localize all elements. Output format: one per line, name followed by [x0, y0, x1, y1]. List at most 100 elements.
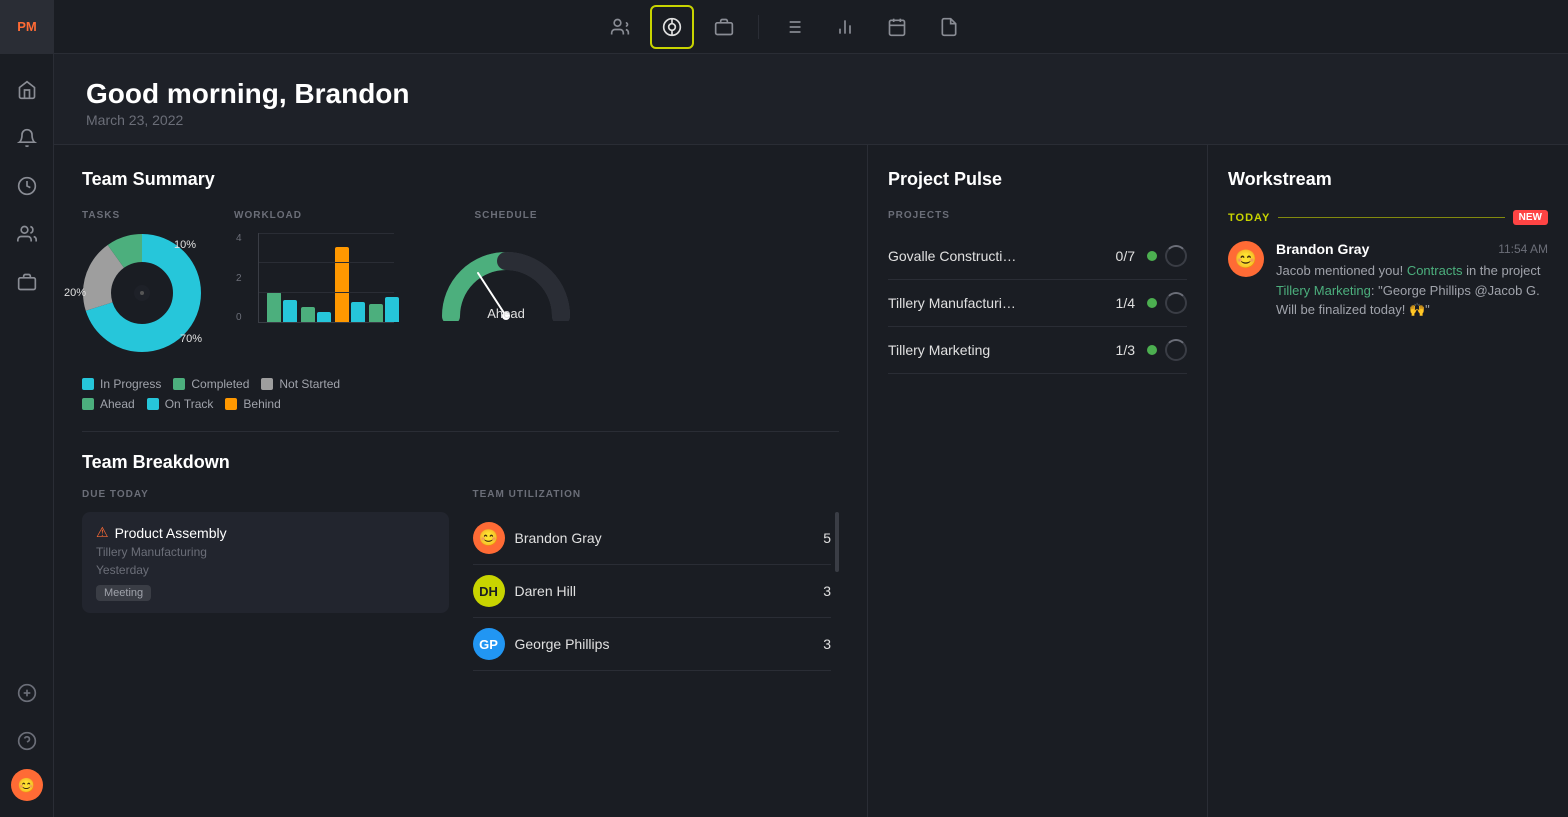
nav-chart-btn[interactable] [823, 5, 867, 49]
legend-dot-behind [225, 398, 237, 410]
sidebar-people[interactable] [7, 214, 47, 254]
sidebar-clock[interactable] [7, 166, 47, 206]
pie-label-10: 10% [174, 239, 196, 251]
project-ratio-1: 1/4 [1116, 295, 1135, 311]
project-row-1[interactable]: Tillery Manufacturi… 1/4 [888, 280, 1187, 327]
project-status-dot-2 [1147, 345, 1157, 355]
util-left-2: GP George Phillips [473, 628, 610, 660]
nav-list-btn[interactable] [771, 5, 815, 49]
legend-ahead: Ahead [82, 397, 135, 411]
project-name-2: Tillery Marketing [888, 342, 1104, 358]
workload-label: WORKLOAD [234, 210, 394, 221]
project-spinner-2 [1165, 339, 1187, 361]
app-logo[interactable]: PM [0, 0, 54, 54]
util-left-1: DH Daren Hill [473, 575, 576, 607]
page-title: Good morning, Brandon [86, 78, 1536, 110]
nav-calendar-btn[interactable] [875, 5, 919, 49]
due-item-date: Yesterday [96, 563, 435, 577]
util-initials-2: GP [479, 637, 498, 652]
bar-group-4 [369, 297, 399, 322]
warning-icon: ⚠ [96, 524, 109, 541]
sidebar-briefcase[interactable] [7, 262, 47, 302]
content-area: Good morning, Brandon March 23, 2022 Tea… [54, 54, 1568, 817]
ws-link-contracts[interactable]: Contracts [1407, 263, 1463, 278]
bar-ontrack-1 [283, 300, 297, 322]
ws-name-0: Brandon Gray [1276, 241, 1369, 257]
nav-portfolio-btn[interactable] [702, 5, 746, 49]
util-list-wrapper: 😊 Brandon Gray 5 DH [473, 512, 840, 671]
due-item-name: Product Assembly [115, 525, 227, 541]
sidebar-add[interactable] [7, 673, 47, 713]
due-today-col: DUE TODAY ⚠ Product Assembly Tillery Man… [82, 489, 449, 671]
utilization-col: TEAM UTILIZATION 😊 Brandon Gray 5 [473, 489, 840, 671]
ws-top-0: Brandon Gray 11:54 AM [1276, 241, 1548, 257]
nav-team-btn[interactable] [598, 5, 642, 49]
util-left-0: 😊 Brandon Gray [473, 522, 602, 554]
pie-chart-container: 10% 20% 70% [82, 233, 202, 353]
due-item-tag: Meeting [96, 585, 151, 601]
legend-label-ontrack: On Track [165, 397, 214, 411]
ws-link-tillery[interactable]: Tillery Marketing [1276, 283, 1371, 298]
legend-label-notstarted: Not Started [279, 377, 340, 391]
divider [82, 431, 839, 432]
utilization-label: TEAM UTILIZATION [473, 489, 840, 500]
main-layout: 😊 Good morning, Brandon March 23, 2022 T… [0, 54, 1568, 817]
util-name-1: Daren Hill [515, 583, 576, 599]
workload-block: WORKLOAD 4 2 0 [234, 210, 394, 353]
top-nav: PM [0, 0, 1568, 54]
due-item-title: ⚠ Product Assembly [96, 524, 435, 541]
util-item-0[interactable]: 😊 Brandon Gray 5 [473, 512, 832, 565]
due-item-0[interactable]: ⚠ Product Assembly Tillery Manufacturing… [82, 512, 449, 613]
legend-label-inprogress: In Progress [100, 377, 161, 391]
project-row-2[interactable]: Tillery Marketing 1/3 [888, 327, 1187, 374]
ws-text-0: Jacob mentioned you! Contracts in the pr… [1276, 261, 1548, 320]
due-today-label: DUE TODAY [82, 489, 449, 500]
scrollbar-indicator[interactable] [835, 512, 839, 572]
ws-time-0: 11:54 AM [1498, 242, 1548, 256]
right-panel: Workstream TODAY NEW 😊 Brandon Gray 11:5… [1208, 145, 1568, 817]
ws-avatar-0[interactable]: 😊 [1228, 241, 1264, 277]
legend-completed: Completed [173, 377, 249, 391]
project-name-1: Tillery Manufacturi… [888, 295, 1104, 311]
project-row-0[interactable]: Govalle Constructi… 0/7 [888, 233, 1187, 280]
projects-label: PROJECTS [888, 210, 1187, 221]
workstream-title: Workstream [1228, 169, 1548, 190]
bar-ontrack-3 [351, 302, 365, 322]
project-spinner-0 [1165, 245, 1187, 267]
bar-ahead-1 [267, 292, 281, 322]
three-col-layout: Team Summary TASKS [54, 145, 1568, 817]
nav-divider [758, 15, 759, 39]
project-ratio-2: 1/3 [1116, 342, 1135, 358]
bar-y-labels: 4 2 0 [236, 233, 242, 323]
legend-not-started: Not Started [261, 377, 340, 391]
legend-dot-ontrack [147, 398, 159, 410]
util-count-2: 3 [823, 636, 831, 652]
util-item-1[interactable]: DH Daren Hill 3 [473, 565, 832, 618]
bar-group-1 [267, 292, 297, 322]
user-avatar[interactable]: 😊 [11, 769, 43, 801]
legend-dot-inprogress [82, 378, 94, 390]
nav-workload-btn[interactable] [650, 5, 694, 49]
sidebar-home[interactable] [7, 70, 47, 110]
sidebar-help[interactable] [7, 721, 47, 761]
legend-row-2: Ahead On Track Behind [82, 397, 839, 411]
nav-doc-btn[interactable] [927, 5, 971, 49]
sidebar: 😊 [0, 54, 54, 817]
today-label: TODAY [1228, 212, 1270, 224]
sidebar-bell[interactable] [7, 118, 47, 158]
today-line [1278, 217, 1504, 218]
bar-ontrack-4 [385, 297, 399, 322]
legend-row: In Progress Completed Not Started [82, 377, 839, 391]
util-name-0: Brandon Gray [515, 530, 602, 546]
ws-content-0: Brandon Gray 11:54 AM Jacob mentioned yo… [1276, 241, 1548, 320]
util-initials-1: DH [479, 584, 498, 599]
util-item-2[interactable]: GP George Phillips 3 [473, 618, 832, 671]
left-panel: Team Summary TASKS [54, 145, 868, 817]
project-spinner-1 [1165, 292, 1187, 314]
pie-label-70: 70% [180, 333, 202, 345]
ws-msg-mid: in the project [1462, 263, 1540, 278]
legend-dot-ahead [82, 398, 94, 410]
bar-ontrack-2 [317, 312, 331, 322]
bar-behind-3 [335, 247, 349, 322]
legend-label-ahead: Ahead [100, 397, 135, 411]
